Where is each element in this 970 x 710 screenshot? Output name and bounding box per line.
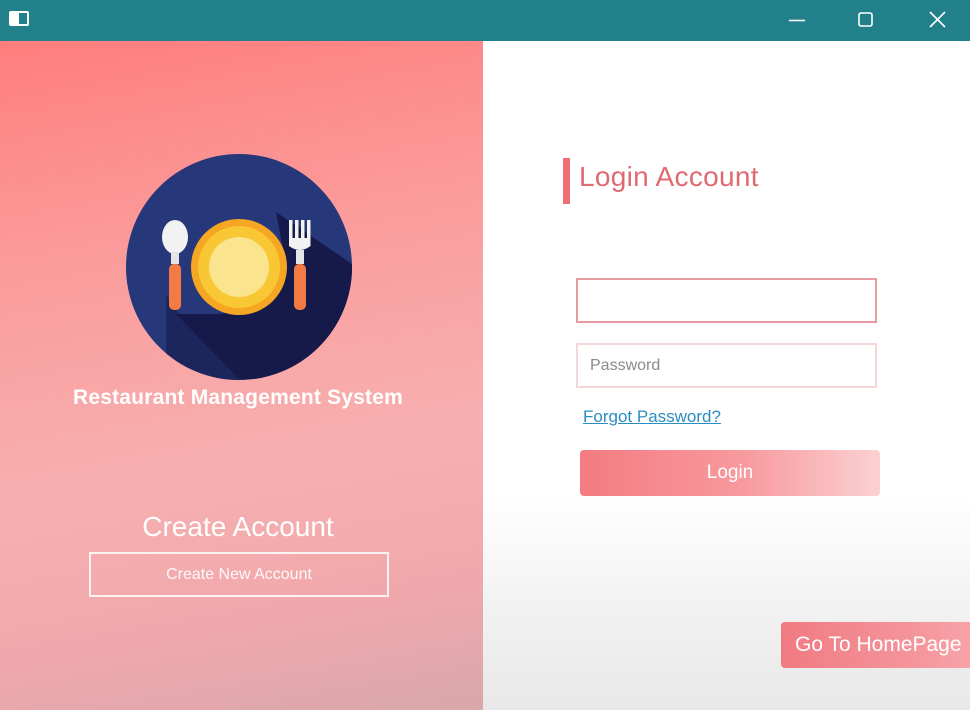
system-name: Restaurant Management System [72,386,404,409]
window-app-icon [9,11,29,26]
login-window: Restaurant Management System Create Acco… [0,0,970,710]
create-account-heading: Create Account [142,511,334,542]
close-button[interactable] [907,0,967,41]
forgot-password-link[interactable]: Forgot Password? [583,407,721,427]
title-accent-bar [563,158,570,204]
login-title: Login Account [579,161,759,192]
login-button[interactable]: Login [580,450,880,496]
login-panel: Login Account Forgot Password? Login Go … [483,41,970,710]
minimize-button[interactable] [768,0,828,41]
password-field[interactable] [576,343,877,388]
username-field[interactable] [576,278,877,323]
maximize-icon [858,12,873,27]
maximize-button[interactable] [837,0,897,41]
plate-spoon-fork-icon [126,154,352,380]
minimize-icon [789,19,805,22]
go-to-homepage-button[interactable]: Go To HomePage [781,622,970,668]
title-bar[interactable] [0,0,970,41]
branding-panel: Restaurant Management System Create Acco… [0,41,483,710]
close-icon [929,11,946,28]
create-new-account-button[interactable]: Create New Account [89,552,389,597]
